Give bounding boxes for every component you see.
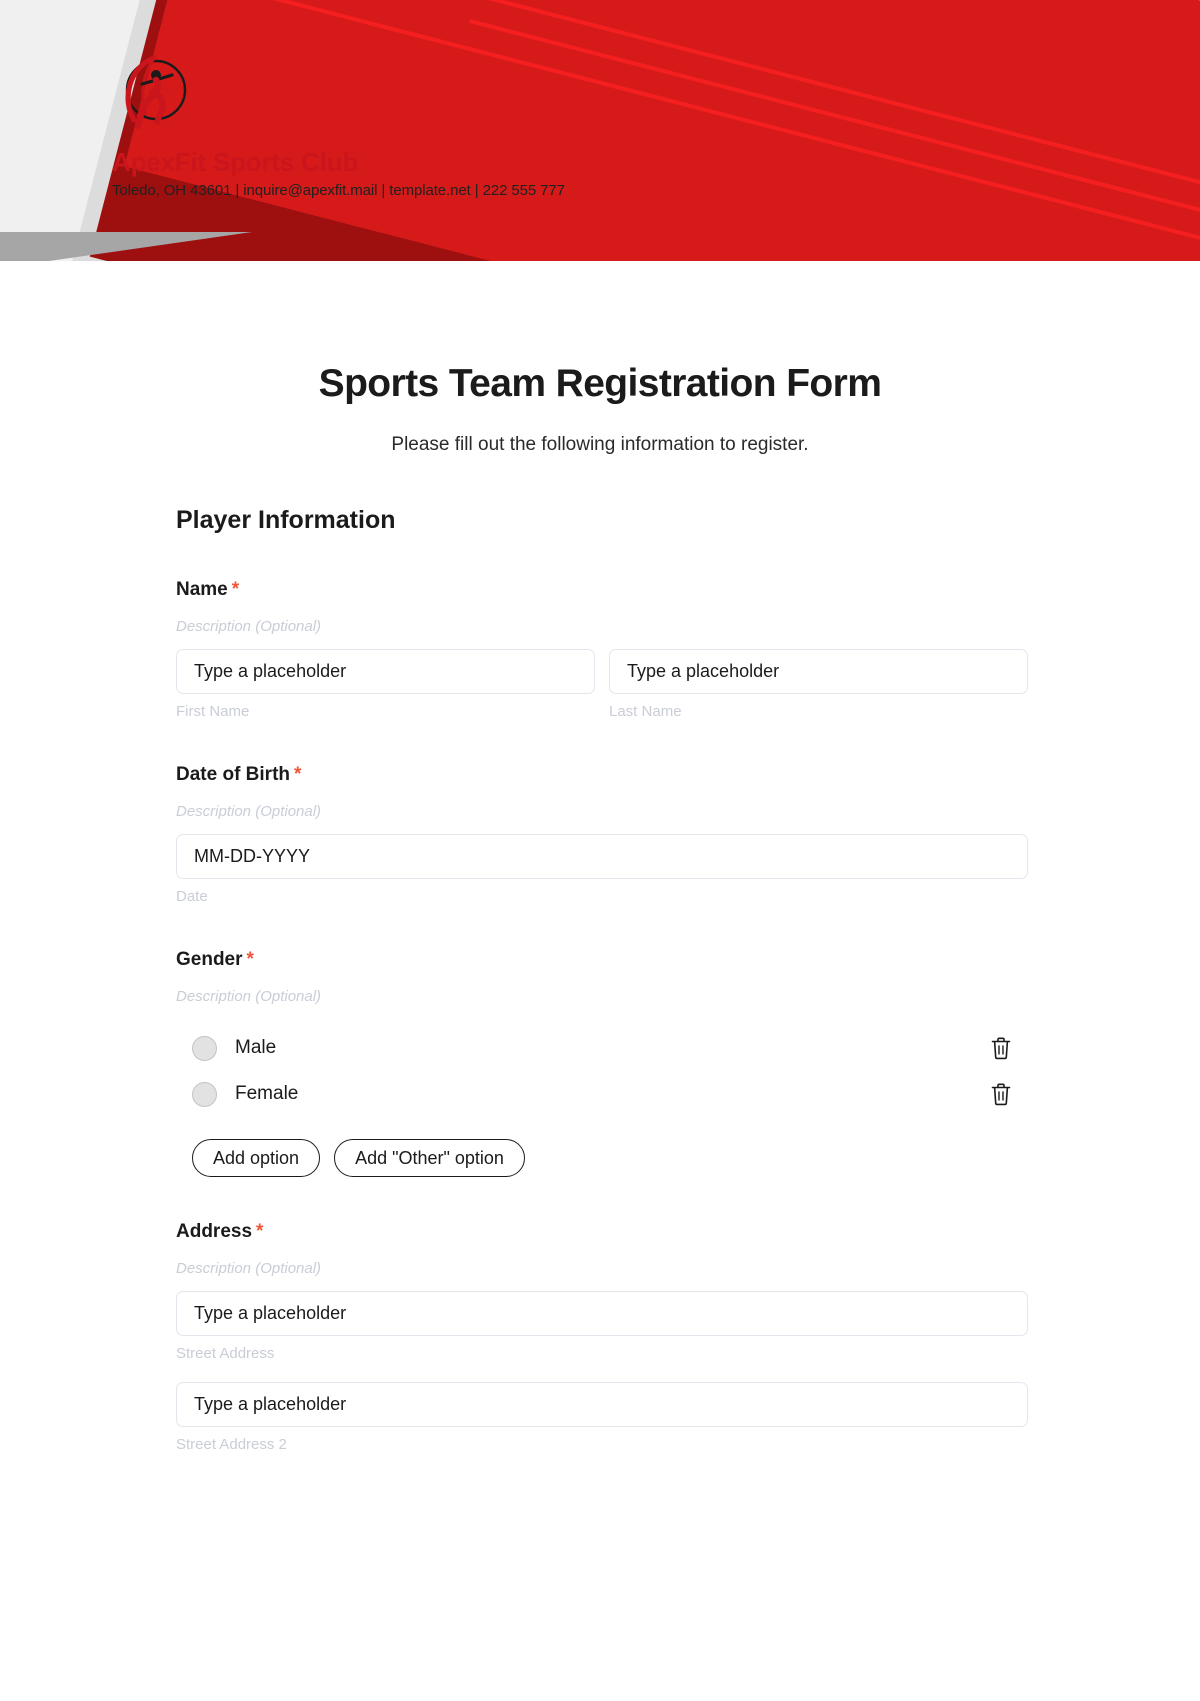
last-name-input[interactable]: [609, 649, 1028, 694]
street-address-2-input[interactable]: [176, 1382, 1028, 1427]
header-bottom-edge: [0, 261, 1200, 267]
field-name: Name* Description (Optional) First Name …: [176, 579, 1028, 720]
sublabel-last-name: Last Name: [609, 703, 682, 720]
delete-option-male-button[interactable]: [988, 1035, 1014, 1061]
field-label-name: Name *: [176, 579, 1028, 601]
required-asterisk: *: [294, 764, 302, 785]
registration-form: Sports Team Registration Form Please fil…: [0, 362, 1200, 1493]
brand-name: ApexFit Sports Club: [112, 147, 359, 177]
option-label-male: Male: [235, 1037, 277, 1058]
field-label-text: Address: [176, 1221, 253, 1242]
field-description: Description (Optional): [176, 618, 322, 635]
gender-option-actions: Add option Add "Other" option: [176, 1139, 1028, 1177]
brand-contact-line: Toledo, OH 43601 | inquire@apexfit.mail …: [112, 181, 565, 199]
add-other-option-button[interactable]: Add "Other" option: [334, 1139, 525, 1177]
field-label-date-of-birth: Date of Birth *: [176, 764, 1028, 786]
page-subtitle: Please fill out the following informatio…: [391, 434, 809, 455]
trash-icon: [991, 1037, 1011, 1060]
sublabel-first-name: First Name: [176, 703, 250, 720]
field-description: Description (Optional): [176, 988, 322, 1005]
option-label-female: Female: [235, 1083, 299, 1104]
field-description: Description (Optional): [176, 803, 322, 820]
trash-icon: [991, 1083, 1011, 1106]
delete-option-female-button[interactable]: [988, 1081, 1014, 1107]
radio-button-female[interactable]: [192, 1081, 217, 1107]
field-label-text: Gender: [176, 949, 243, 970]
brand-block: ApexFit Sports Club Toledo, OH 43601 | i…: [112, 48, 565, 199]
gender-option-row[interactable]: Female: [176, 1071, 1028, 1117]
field-address: Address* Description (Optional) Street A…: [176, 1221, 1028, 1453]
gender-option-list: Male Female: [176, 1025, 1028, 1117]
radio-button-male[interactable]: [192, 1035, 217, 1061]
sublabel-street-address: Street Address: [176, 1345, 275, 1362]
street-address-input[interactable]: [176, 1291, 1028, 1336]
gender-option-row[interactable]: Male: [176, 1025, 1028, 1071]
letterhead-banner: ApexFit Sports Club Toledo, OH 43601 | i…: [0, 0, 1200, 267]
field-label-text: Name: [176, 579, 228, 600]
first-name-input[interactable]: [176, 649, 595, 694]
athlete-circle-logo-icon: [125, 55, 187, 130]
required-asterisk: *: [256, 1221, 264, 1242]
sublabel-date: Date: [176, 888, 208, 905]
section-heading-player-information: Player Information: [176, 506, 396, 534]
field-date-of-birth: Date of Birth* Description (Optional) Da…: [176, 764, 1028, 905]
field-label-gender: Gender *: [176, 949, 1028, 971]
field-description: Description (Optional): [176, 1260, 322, 1277]
required-asterisk: *: [231, 579, 240, 600]
date-of-birth-input[interactable]: [176, 834, 1028, 879]
page-title: Sports Team Registration Form: [318, 362, 882, 405]
field-label-address: Address *: [176, 1221, 1028, 1243]
field-gender: Gender * Description (Optional) Male Fem…: [176, 949, 1028, 1177]
field-label-text: Date of Birth: [176, 764, 290, 785]
required-asterisk: *: [246, 949, 254, 970]
sublabel-street-address-2: Street Address 2: [176, 1436, 287, 1453]
add-option-button[interactable]: Add option: [192, 1139, 321, 1177]
